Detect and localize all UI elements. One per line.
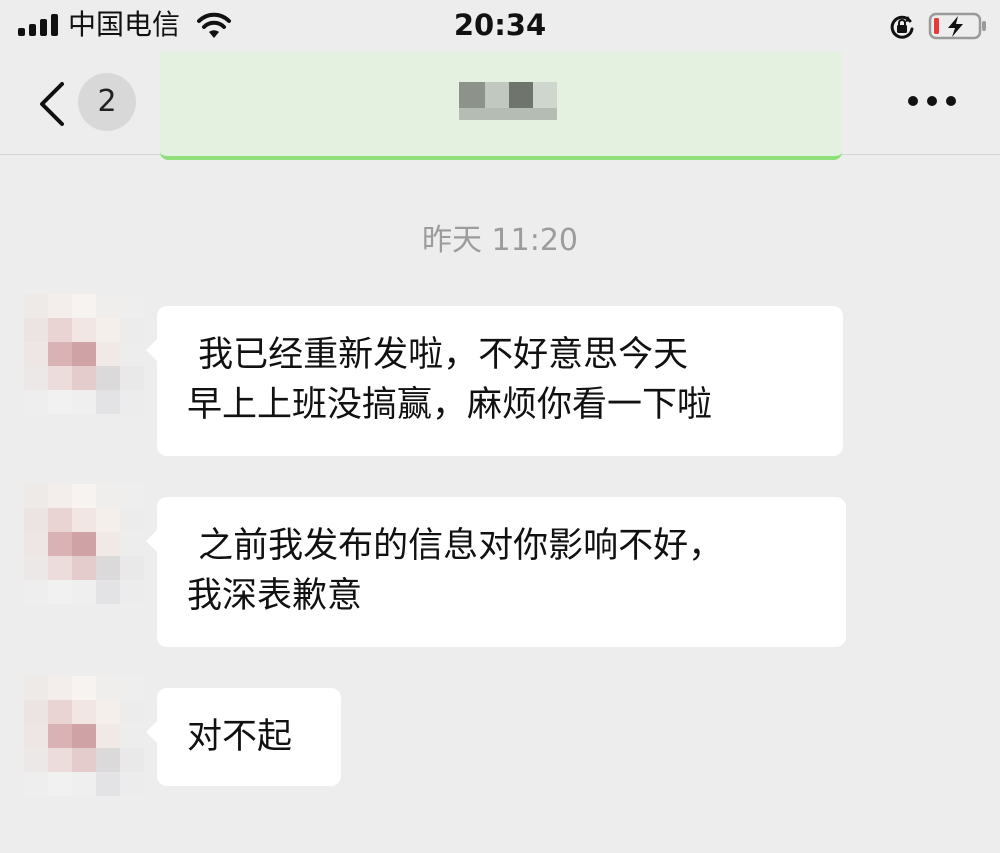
message-bubble[interactable]: 我已经重新发啦，不好意思今天 早上上班没搞赢，麻烦你看一下啦 <box>146 306 843 456</box>
more-icon[interactable] <box>906 94 958 108</box>
message-text: 我已经重新发啦，不好意思今天 早上上班没搞赢，麻烦你看一下啦 <box>187 335 713 425</box>
message-bubble[interactable]: 之前我发布的信息对你影响不好， 我深表歉意 <box>146 497 846 647</box>
chat-header: 2 <box>0 52 1000 160</box>
back-icon[interactable] <box>36 80 68 128</box>
contact-name-pixelated <box>459 82 557 120</box>
contact-avatar[interactable] <box>24 294 146 416</box>
status-bar: 中国电信 20:34 <box>0 0 1000 52</box>
contact-avatar[interactable] <box>24 676 146 798</box>
message-text: 之前我发布的信息对你影响不好， 我深表歉意 <box>187 526 724 616</box>
unread-count-badge[interactable]: 2 <box>78 73 136 131</box>
battery-charging-icon <box>928 12 986 40</box>
message-bubble[interactable]: 对不起 <box>146 688 341 786</box>
status-time: 20:34 <box>453 8 547 42</box>
message-text: 对不起 <box>187 717 293 757</box>
chat-timestamp: 昨天 11:20 <box>422 223 578 258</box>
orientation-lock-icon <box>890 15 914 39</box>
contact-avatar[interactable] <box>24 484 146 606</box>
